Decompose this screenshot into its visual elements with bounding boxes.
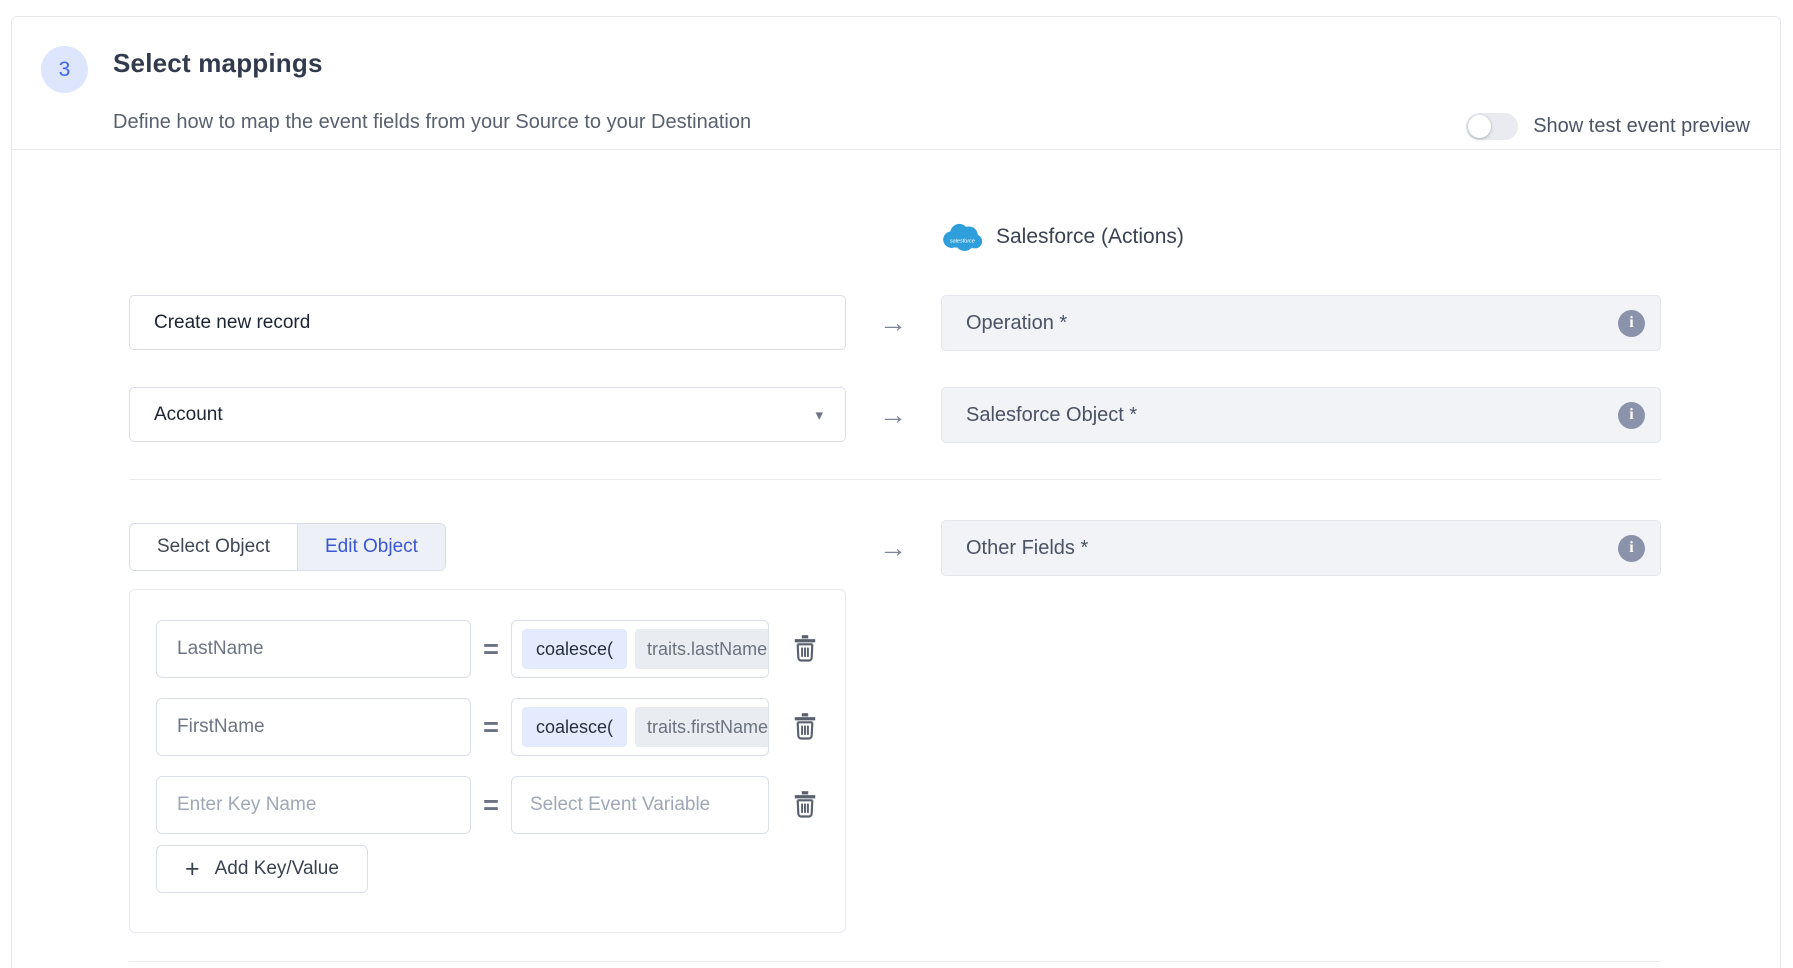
chevron-down-icon: ▾	[815, 406, 823, 424]
kv-row-firstname: = coalesce( traits.firstName	[130, 698, 845, 756]
trash-icon	[792, 634, 818, 662]
object-select[interactable]: Account ▾	[129, 387, 846, 442]
object-mode-tabs: Select Object Edit Object	[129, 523, 446, 571]
card-header: 3 Select mappings Define how to map the …	[12, 17, 1780, 150]
info-icon[interactable]: i	[1618, 535, 1645, 562]
info-icon[interactable]: i	[1618, 402, 1645, 429]
key-name-input[interactable]	[156, 776, 471, 834]
toggle-label: Show test event preview	[1533, 115, 1750, 138]
tab-edit-object[interactable]: Edit Object	[297, 524, 445, 570]
section-divider	[129, 961, 1661, 962]
toggle-knob	[1468, 115, 1491, 138]
add-key-value-label: Add Key/Value	[215, 858, 339, 880]
mapping-arrow-icon: →	[868, 399, 918, 431]
key-name-input[interactable]	[156, 698, 471, 756]
key-value-editor-panel: = coalesce( traits.lastName = coalesce( …	[129, 589, 846, 933]
mappings-card: 3 Select mappings Define how to map the …	[11, 16, 1781, 968]
equals-icon: =	[471, 698, 511, 756]
page-subtitle: Define how to map the event fields from …	[113, 111, 751, 134]
kv-row-empty: =	[130, 776, 845, 834]
mapping-arrow-icon: →	[868, 307, 918, 339]
test-event-preview-toggle[interactable]	[1466, 113, 1518, 140]
tab-select-object[interactable]: Select Object	[130, 524, 297, 570]
mapping-arrow-icon: →	[868, 532, 918, 564]
delete-row-button[interactable]	[790, 634, 820, 664]
delete-row-button[interactable]	[790, 712, 820, 742]
key-name-input[interactable]	[156, 620, 471, 678]
value-expression-box[interactable]: coalesce( traits.lastName	[511, 620, 769, 678]
kv-row-lastname: = coalesce( traits.lastName	[130, 620, 845, 678]
destination-header: salesforce Salesforce (Actions)	[941, 222, 1184, 252]
variable-chip[interactable]: traits.firstName	[635, 707, 769, 747]
event-variable-input[interactable]	[511, 776, 769, 834]
add-key-value-button[interactable]: + Add Key/Value	[156, 845, 368, 893]
action-name-input[interactable]	[129, 295, 846, 350]
info-icon[interactable]: i	[1618, 310, 1645, 337]
page-title: Select mappings	[113, 48, 323, 79]
salesforce-object-field[interactable]: Salesforce Object * i	[941, 387, 1661, 443]
function-chip[interactable]: coalesce(	[522, 629, 627, 669]
test-event-preview-toggle-row: Show test event preview	[1466, 113, 1750, 140]
value-expression-box[interactable]: coalesce( traits.firstName	[511, 698, 769, 756]
salesforce-logo-text: salesforce	[950, 239, 975, 245]
salesforce-object-field-label: Salesforce Object *	[966, 404, 1137, 427]
delete-row-button[interactable]	[790, 790, 820, 820]
operation-field-label: Operation *	[966, 312, 1067, 335]
section-divider	[129, 479, 1661, 480]
object-select-value: Account	[154, 404, 223, 426]
variable-chip[interactable]: traits.lastName	[635, 629, 769, 669]
plus-icon: +	[185, 857, 200, 882]
function-chip[interactable]: coalesce(	[522, 707, 627, 747]
equals-icon: =	[471, 620, 511, 678]
trash-icon	[792, 790, 818, 818]
equals-icon: =	[471, 776, 511, 834]
destination-name: Salesforce (Actions)	[996, 225, 1184, 249]
trash-icon	[792, 712, 818, 740]
salesforce-logo-icon: salesforce	[941, 222, 983, 252]
other-fields-field-label: Other Fields *	[966, 537, 1088, 560]
operation-field[interactable]: Operation * i	[941, 295, 1661, 351]
step-number-badge: 3	[41, 46, 88, 93]
other-fields-field[interactable]: Other Fields * i	[941, 520, 1661, 576]
